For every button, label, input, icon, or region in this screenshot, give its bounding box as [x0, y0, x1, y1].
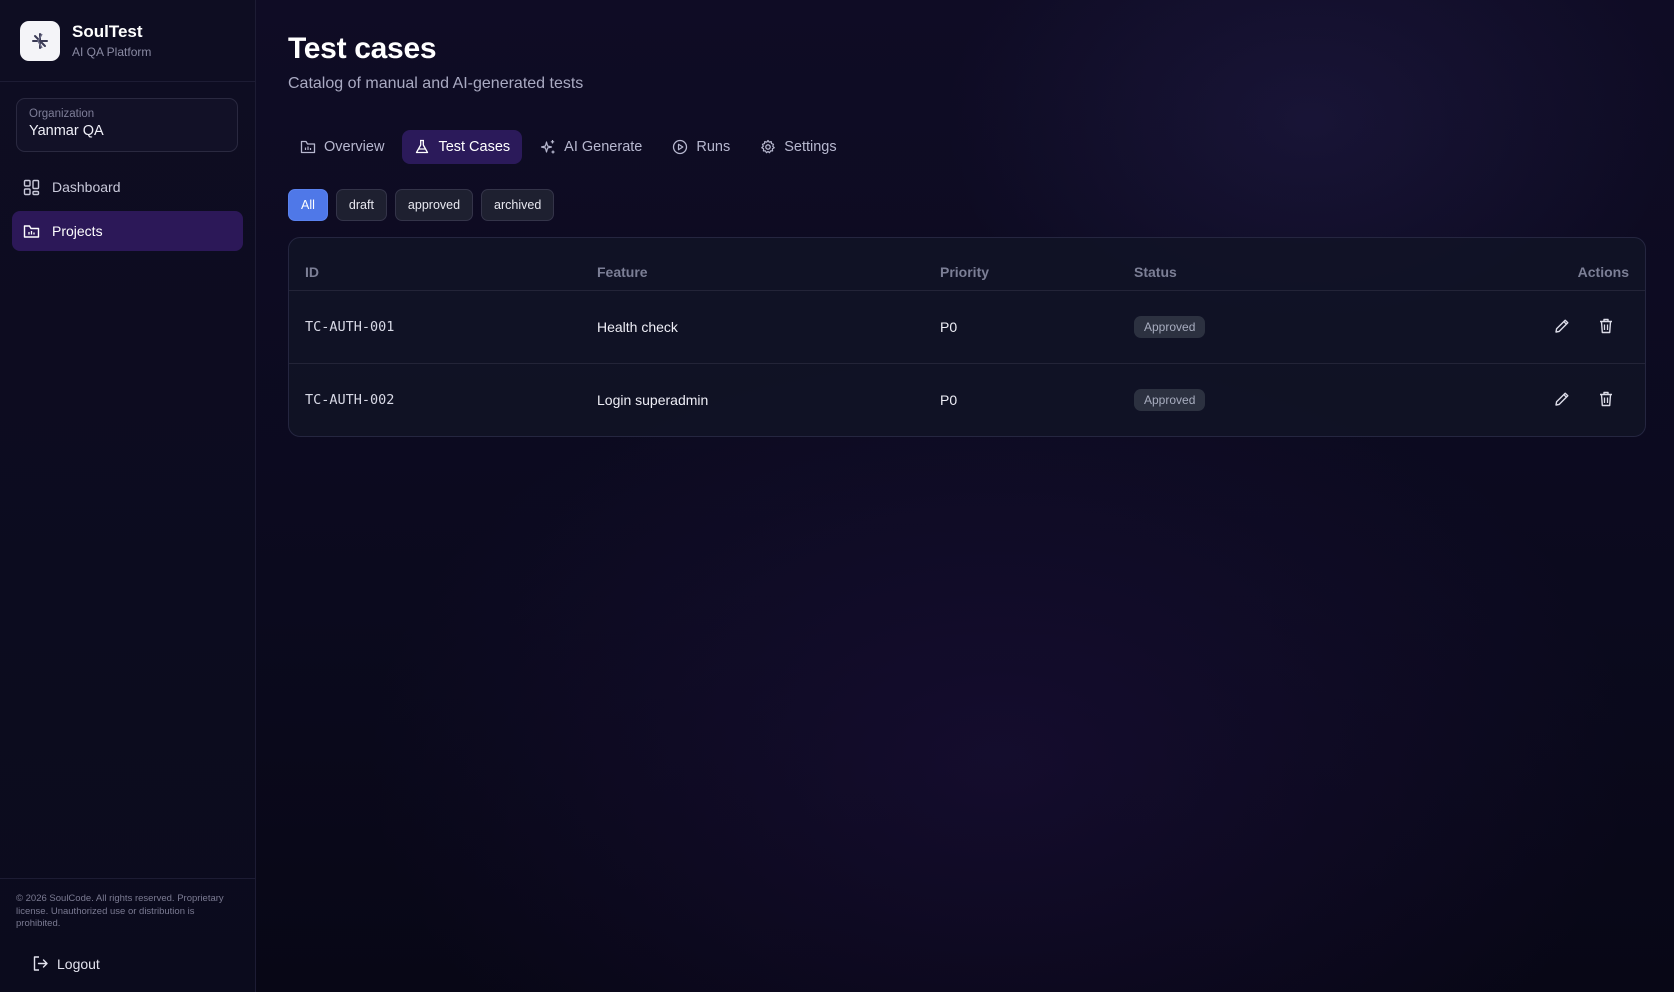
app-logo-icon[interactable] [20, 20, 60, 61]
sidebar: SoulTest AI QA Platform Organization Yan… [0, 0, 256, 992]
filter-all[interactable]: All [288, 189, 328, 221]
tab-test-cases[interactable]: Test Cases [402, 130, 523, 164]
play-circle-icon [673, 139, 688, 155]
test-case-feature: Health check [597, 319, 678, 335]
logout-label: Logout [57, 955, 100, 972]
filter-archived[interactable]: archived [481, 189, 555, 221]
tab-label: Overview [324, 139, 385, 155]
test-case-priority: P0 [940, 319, 958, 335]
main-content: Test cases Catalog of manual and AI-gene… [257, 0, 1674, 992]
sidebar-item-label: Projects [52, 223, 103, 239]
brand-name: SoulTest [72, 22, 143, 41]
edit-button[interactable] [1553, 317, 1573, 337]
table-row[interactable]: TC-AUTH-002 Login superadmin P0 Approved [289, 363, 1645, 436]
tab-label: AI Generate [564, 139, 643, 155]
delete-button[interactable] [1597, 390, 1617, 410]
grid-icon [23, 179, 40, 195]
sidebar-item-label: Dashboard [52, 179, 121, 195]
organization-selector[interactable]: Organization Yanmar QA [16, 98, 238, 152]
tab-label: Test Cases [438, 139, 511, 155]
logout-icon [33, 956, 48, 971]
page-title: Test cases [288, 32, 437, 65]
sidebar-item-dashboard[interactable]: Dashboard [12, 167, 243, 207]
tab-runs[interactable]: Runs [660, 130, 742, 164]
column-header-priority: Priority [940, 264, 990, 280]
status-badge: Approved [1134, 389, 1206, 411]
tab-label: Settings [784, 139, 837, 155]
sidebar-item-projects[interactable]: Projects [12, 211, 243, 251]
filter-draft[interactable]: draft [335, 189, 387, 221]
folder-icon [300, 140, 316, 154]
tab-label: Runs [696, 139, 731, 155]
sidebar-footer: © 2026 SoulCode. All rights reserved. Pr… [0, 878, 256, 992]
sparkles-icon [541, 140, 555, 154]
column-header-feature: Feature [597, 264, 648, 280]
status-badge: Approved [1134, 316, 1206, 338]
folder-icon [23, 224, 40, 238]
tab-overview[interactable]: Overview [288, 130, 396, 164]
pencil-icon [1555, 319, 1569, 333]
page-subtitle: Catalog of manual and AI-generated tests [288, 75, 584, 92]
flask-icon [416, 139, 429, 154]
logout-button[interactable]: Logout [32, 955, 100, 972]
edit-button[interactable] [1553, 390, 1573, 410]
test-cases-table: ID Feature Priority Status Actions TC-AU… [288, 237, 1646, 437]
brand: SoulTest AI QA Platform [0, 0, 255, 82]
organization-label: Organization [29, 108, 95, 120]
status-filters: All draft approved archived [288, 189, 555, 221]
test-case-priority: P0 [940, 392, 958, 408]
table-row[interactable]: TC-AUTH-001 Health check P0 Approved [289, 290, 1645, 363]
column-header-status: Status [1134, 264, 1177, 280]
pencil-icon [1555, 392, 1569, 406]
gear-icon [761, 139, 776, 154]
column-header-id: ID [305, 264, 319, 280]
project-tabs: Overview Test Cases AI Generate Runs Set… [288, 130, 849, 164]
copyright-notice: © 2026 SoulCode. All rights reserved. Pr… [16, 893, 224, 929]
brand-subtitle: AI QA Platform [72, 45, 152, 59]
test-case-id: TC-AUTH-002 [305, 392, 395, 408]
column-header-actions: Actions [1577, 264, 1629, 280]
trash-icon [1600, 318, 1612, 334]
filter-approved[interactable]: approved [394, 189, 474, 221]
organization-name: Yanmar QA [29, 123, 104, 139]
tab-ai-generate[interactable]: AI Generate [528, 130, 654, 164]
trash-icon [1600, 391, 1612, 407]
tab-settings[interactable]: Settings [748, 130, 848, 164]
delete-button[interactable] [1597, 317, 1617, 337]
test-case-feature: Login superadmin [597, 392, 709, 408]
test-case-id: TC-AUTH-001 [305, 319, 395, 335]
